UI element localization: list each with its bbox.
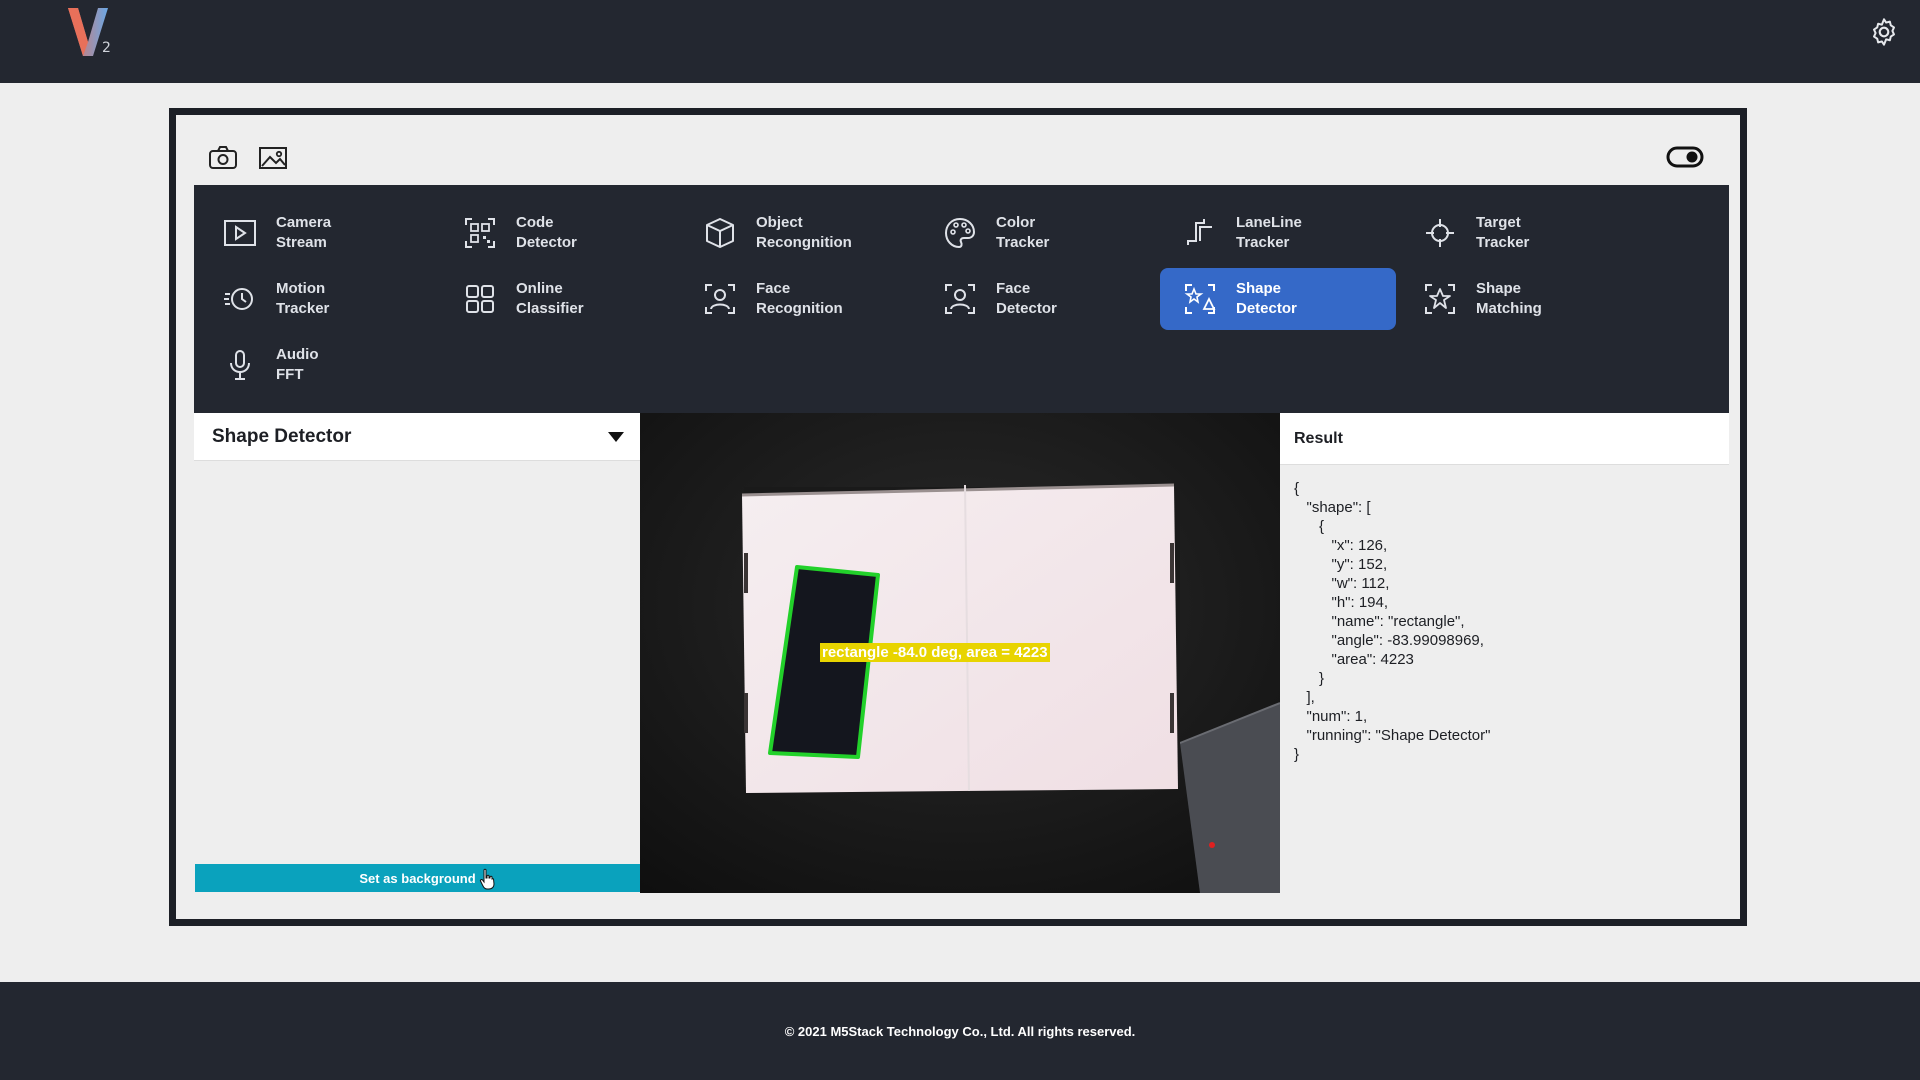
- function-shape-detector[interactable]: Shape Detector: [1160, 268, 1396, 330]
- set-as-background-button[interactable]: Set as background: [195, 864, 640, 892]
- result-title: Result: [1280, 413, 1729, 465]
- function-shape-matching[interactable]: Shape Matching: [1400, 268, 1636, 330]
- pointer-cursor-icon: [479, 868, 495, 890]
- detection-label: rectangle -84.0 deg, area = 4223: [820, 643, 1050, 662]
- function-panel: Camera Stream Code Detector Object Recon…: [194, 185, 1729, 413]
- result-panel: Result { "shape": [ { "x": 126, "y": 152…: [1280, 413, 1729, 893]
- function-target-tracker[interactable]: Target Tracker: [1400, 202, 1636, 264]
- qr-code-icon: [465, 218, 495, 248]
- main-frame: Camera Stream Code Detector Object Recon…: [169, 108, 1747, 926]
- copyright-text: © 2021 M5Stack Technology Co., Ltd. All …: [784, 1023, 1136, 1039]
- camera-view: rectangle -84.0 deg, area = 4223: [640, 413, 1280, 893]
- function-motion-tracker[interactable]: Motion Tracker: [200, 268, 436, 330]
- shapes-icon: [1184, 284, 1216, 314]
- cube-icon: [706, 218, 734, 248]
- result-json: { "shape": [ { "x": 126, "y": 152, "w": …: [1294, 480, 1491, 763]
- function-face-detector[interactable]: Face Detector: [920, 268, 1156, 330]
- settings-panel: Shape Detector Set as background: [194, 413, 640, 893]
- logo-subscript: 2: [102, 40, 111, 56]
- motion-icon: [224, 288, 253, 310]
- gear-icon[interactable]: [1868, 16, 1900, 48]
- function-laneline-tracker[interactable]: LaneLine Tracker: [1160, 202, 1396, 264]
- face-recognition-icon: [705, 284, 735, 314]
- function-camera-stream[interactable]: Camera Stream: [200, 202, 436, 264]
- palette-icon: [944, 217, 976, 249]
- set-as-background-label: Set as background: [359, 870, 476, 886]
- function-select-dropdown[interactable]: Shape Detector: [194, 413, 640, 461]
- function-online-classifier[interactable]: Online Classifier: [440, 268, 676, 330]
- microphone-icon: [230, 350, 250, 380]
- footer: © 2021 M5Stack Technology Co., Ltd. All …: [0, 982, 1920, 1080]
- camera-icon[interactable]: [208, 145, 238, 171]
- top-bar: 2: [0, 0, 1920, 83]
- function-object-recognition[interactable]: Object Recongnition: [680, 202, 916, 264]
- image-icon[interactable]: [258, 145, 288, 171]
- crosshair-icon: [1426, 219, 1454, 247]
- function-face-recognition[interactable]: Face Recognition: [680, 268, 916, 330]
- function-code-detector[interactable]: Code Detector: [440, 202, 676, 264]
- function-color-tracker[interactable]: Color Tracker: [920, 202, 1156, 264]
- grid-icon: [466, 285, 494, 313]
- function-audio-fft[interactable]: Audio FFT: [200, 334, 436, 396]
- lane-line-icon: [1187, 219, 1212, 245]
- face-detector-icon: [945, 284, 975, 314]
- panel-title: Shape Detector: [212, 425, 352, 447]
- toggle-icon[interactable]: [1666, 145, 1704, 169]
- logo[interactable]: 2: [66, 4, 126, 60]
- star-icon: [1425, 284, 1455, 314]
- caret-down-icon: [608, 431, 624, 442]
- play-icon: [224, 220, 256, 246]
